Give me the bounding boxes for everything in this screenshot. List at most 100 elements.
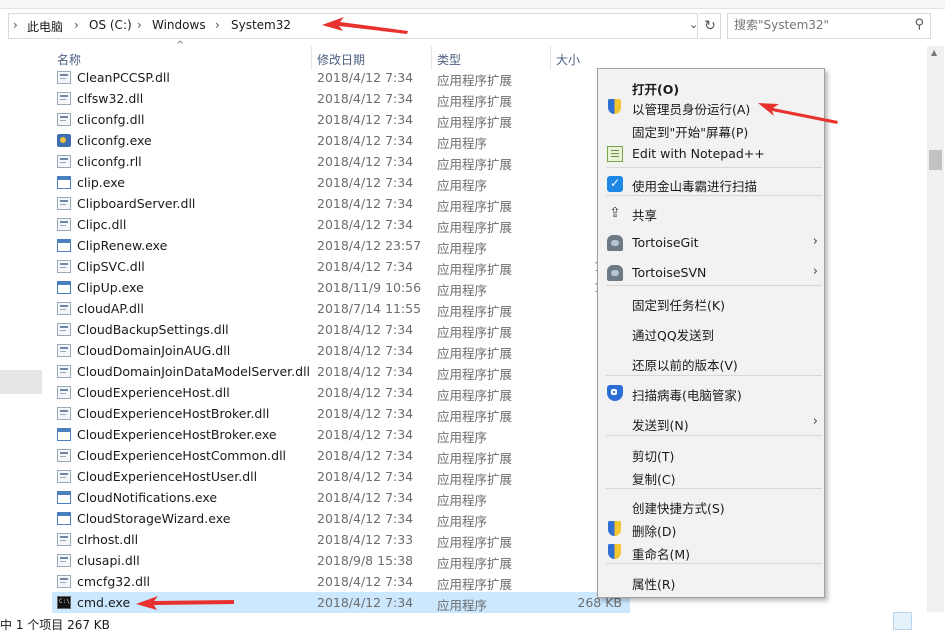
file-type: 应用程序扩展 xyxy=(437,577,513,592)
file-name: cliconfg.exe xyxy=(77,133,152,148)
file-row[interactable]: CloudNotifications.exe 2018/4/12 7:34 应用程序… xyxy=(52,487,630,508)
file-row[interactable]: CloudBackupSettings.dll 2018/4/12 7:34 应用程… xyxy=(52,319,630,340)
file-row[interactable]: ClipRenew.exe2018/4/12 23:57应用程序11 xyxy=(52,235,630,256)
file-type: 应用程序扩展 xyxy=(437,346,513,361)
context-menu-item[interactable]: 扫描病毒(电脑管家) xyxy=(598,381,824,405)
dll-file-icon xyxy=(57,92,71,105)
file-modified-date: 2018/4/12 7:34 xyxy=(317,112,414,127)
vertical-scrollbar[interactable]: ▲ xyxy=(927,46,944,612)
context-menu-item-label: 发送到(N) xyxy=(632,418,689,433)
context-menu-item[interactable]: 剪切(T) xyxy=(598,442,824,466)
context-menu-item[interactable]: 删除(D) xyxy=(598,517,824,541)
context-menu-item[interactable]: 以管理员身份运行(A) xyxy=(598,95,824,119)
context-menu-item[interactable]: 通过QQ发送到 xyxy=(598,321,824,345)
file-name: clrhost.dll xyxy=(77,532,139,547)
submenu-arrow-icon: › xyxy=(812,414,818,429)
context-menu-item[interactable]: 还原以前的版本(V) xyxy=(598,351,824,375)
submenu-arrow-icon: › xyxy=(812,234,818,249)
file-row[interactable]: Clipc.dll2018/4/12 7:34应用程序扩展14 xyxy=(52,214,630,235)
file-modified-date: 2018/4/12 7:34 xyxy=(317,595,414,610)
tortoisesvn-icon xyxy=(607,265,623,281)
context-menu-item-label: 共享 xyxy=(632,208,658,223)
file-row[interactable]: clusapi.dll2018/9/8 15:38应用程序扩展98 xyxy=(52,550,630,571)
context-menu-item[interactable]: 创建快捷方式(S) xyxy=(598,494,824,518)
file-row[interactable]: cliconfg.dll2018/4/12 7:34应用程序扩展8 xyxy=(52,109,630,130)
file-row[interactable]: CloudDomainJoinAUG.dll 2018/4/12 7:34 应用程序… xyxy=(52,340,630,361)
cmd-console-icon xyxy=(57,596,71,609)
file-modified-date: 2018/4/12 7:33 xyxy=(317,532,414,547)
file-modified-date: 2018/4/12 7:34 xyxy=(317,343,414,358)
context-menu-item-label: TortoiseSVN xyxy=(632,265,707,280)
context-menu-item-label: 剪切(T) xyxy=(632,449,675,464)
file-name: CloudNotifications.exe xyxy=(77,490,218,505)
context-menu-item[interactable]: 复制(C) xyxy=(598,465,824,489)
file-type: 应用程序 xyxy=(437,241,488,256)
file-modified-date: 2018/4/12 7:34 xyxy=(317,259,414,274)
file-row[interactable]: CloudExperienceHostBroker.dll 2018/4/12 7… xyxy=(52,403,630,424)
file-row[interactable]: cloudAP.dll2018/7/14 11:55应用程序扩展44 xyxy=(52,298,630,319)
dll-file-icon xyxy=(57,533,71,546)
file-name: Clipc.dll xyxy=(77,217,127,232)
file-row[interactable]: cliconfg.rll2018/4/12 7:34应用程序扩展3 xyxy=(52,151,630,172)
context-menu-item[interactable]: 使用金山毒霸进行扫描 xyxy=(598,172,824,196)
file-row[interactable]: ClipboardServer.dll2018/4/12 7:34应用程序扩展1… xyxy=(52,193,630,214)
file-row[interactable]: CloudExperienceHostBroker.exe 2018/4/12 7… xyxy=(52,424,630,445)
context-menu-item[interactable]: 发送到(N) › xyxy=(598,411,824,435)
file-type: 应用程序 xyxy=(437,430,488,445)
file-type: 应用程序扩展 xyxy=(437,262,513,277)
context-menu-item[interactable]: TortoiseGit › xyxy=(598,231,824,255)
menu-separator xyxy=(606,285,822,286)
file-type: 应用程序 xyxy=(437,178,488,193)
file-name: CloudExperienceHostUser.dll xyxy=(77,469,258,484)
context-menu-item[interactable]: 固定到任务栏(K) xyxy=(598,291,824,315)
file-type: 应用程序扩展 xyxy=(437,556,513,571)
file-modified-date: 2018/7/14 11:55 xyxy=(317,301,422,316)
file-name: clip.exe xyxy=(77,175,125,190)
file-type: 应用程序扩展 xyxy=(437,472,513,487)
file-row[interactable]: CloudExperienceHostUser.dll 2018/4/12 7:3… xyxy=(52,466,630,487)
context-menu-item[interactable]: ⇪ 共享 xyxy=(598,201,824,225)
large-icons-view-button[interactable] xyxy=(915,612,932,628)
scrollbar-thumb[interactable] xyxy=(929,150,942,170)
file-modified-date: 2018/4/12 7:34 xyxy=(317,196,414,211)
context-menu-item[interactable]: TortoiseSVN › xyxy=(598,261,824,285)
dll-file-icon xyxy=(57,218,71,231)
context-menu-item-label: Edit with Notepad++ xyxy=(632,146,765,161)
file-type: 应用程序扩展 xyxy=(437,115,513,130)
exe-file-icon xyxy=(57,512,71,525)
file-row[interactable]: CloudExperienceHost.dll 2018/4/12 7:34 应用程… xyxy=(52,382,630,403)
pc-manager-shield-icon xyxy=(607,385,623,401)
dll-file-icon xyxy=(57,344,71,357)
file-row[interactable]: clrhost.dll2018/4/12 7:33应用程序扩展1 xyxy=(52,529,630,550)
status-text: 中 1 个项目 267 KB xyxy=(0,618,110,632)
file-type: 应用程序扩展 xyxy=(437,73,513,88)
file-name: cmcfg32.dll xyxy=(77,574,151,589)
dll-file-icon xyxy=(57,575,71,588)
scroll-up-icon[interactable]: ▲ xyxy=(931,48,937,57)
file-name: CleanPCCSP.dll xyxy=(77,70,170,85)
dll-file-icon xyxy=(57,365,71,378)
file-row[interactable]: CloudExperienceHostCommon.dll 2018/4/12 7… xyxy=(52,445,630,466)
context-menu-item[interactable]: 重命名(M) xyxy=(598,540,824,564)
file-row[interactable]: cmd.exe2018/4/12 7:34应用程序268 KB xyxy=(52,592,630,613)
context-menu-item[interactable]: 属性(R) xyxy=(598,570,824,594)
file-row[interactable]: CloudDomainJoinDataModelServer.dll 2018/4… xyxy=(52,361,630,382)
context-menu-item[interactable]: 固定到"开始"屏幕(P) xyxy=(598,118,824,142)
file-row[interactable]: cliconfg.exe2018/4/12 7:34应用程序3 xyxy=(52,130,630,151)
file-row[interactable]: clip.exe2018/4/12 7:34应用程序3 xyxy=(52,172,630,193)
file-modified-date: 2018/4/12 23:57 xyxy=(317,238,422,253)
dll-file-icon xyxy=(57,554,71,567)
file-row[interactable]: CloudStorageWizard.exe 2018/4/12 7:34 应用程序… xyxy=(52,508,630,529)
context-menu-item[interactable]: Edit with Notepad++ xyxy=(598,142,824,166)
file-row[interactable]: CleanPCCSP.dll2018/4/12 7:34应用程序扩展5 xyxy=(52,67,630,88)
details-view-button[interactable] xyxy=(893,612,912,630)
file-type: 应用程序扩展 xyxy=(437,199,513,214)
file-row[interactable]: ClipUp.exe2018/11/9 10:56应用程序1,18 xyxy=(52,277,630,298)
tortoisegit-icon xyxy=(607,235,623,251)
file-row[interactable]: clfsw32.dll2018/4/12 7:34应用程序扩展7 xyxy=(52,88,630,109)
file-row[interactable]: ClipSVC.dll2018/4/12 7:34应用程序扩展1,01 xyxy=(52,256,630,277)
context-menu-item-label: 固定到"开始"屏幕(P) xyxy=(632,125,749,140)
file-row[interactable]: cmcfg32.dll2018/4/12 7:34应用程序扩展2 xyxy=(52,571,630,592)
file-name: ClipRenew.exe xyxy=(77,238,168,253)
file-type: 应用程序 xyxy=(437,283,488,298)
